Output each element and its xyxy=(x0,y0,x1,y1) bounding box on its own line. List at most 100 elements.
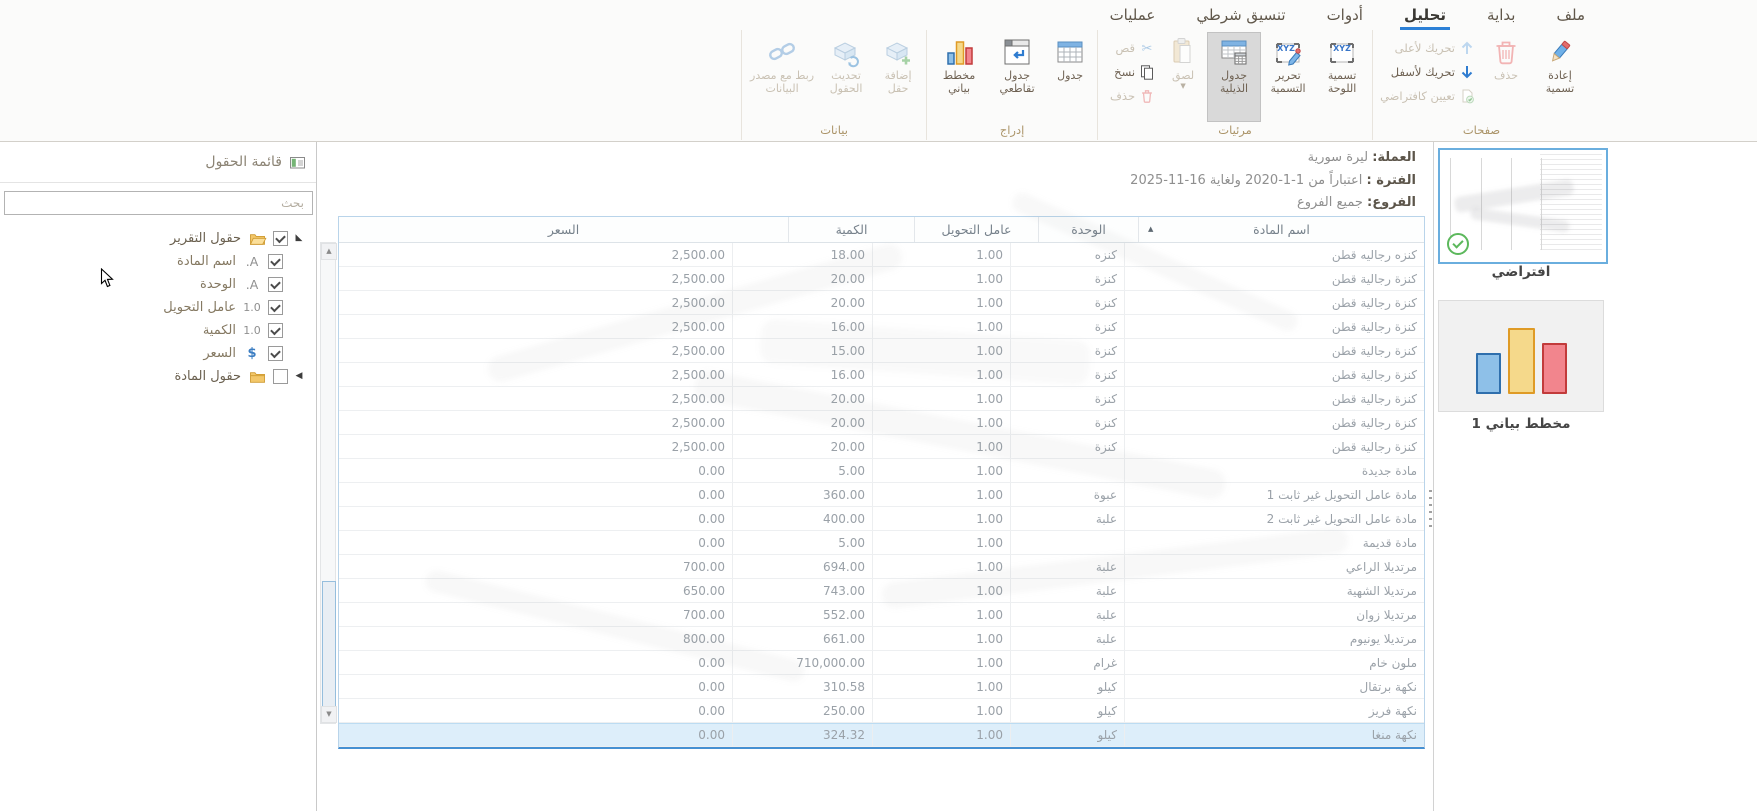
add-field-button[interactable]: إضافة حقل xyxy=(873,32,923,122)
numeric-field-icon: 1.0 xyxy=(241,301,263,314)
table-row[interactable]: كنزة رجالية قطنكنزة1.0020.002,500.00 xyxy=(339,411,1424,435)
field-tree-item[interactable]: A.اسم المادة xyxy=(0,250,317,273)
field-checkbox[interactable] xyxy=(268,300,283,315)
grid-cell: كنزة xyxy=(1010,339,1124,362)
copy-button[interactable]: نسخ xyxy=(1101,61,1159,83)
page-thumbnail-chart[interactable] xyxy=(1438,300,1604,412)
field-checkbox[interactable] xyxy=(273,231,288,246)
detail-table-button[interactable]: جدول الذيلية xyxy=(1207,32,1261,122)
grid-column-header[interactable]: الوحدة xyxy=(1038,217,1138,242)
paste-button[interactable]: لصق ▼ xyxy=(1159,32,1207,122)
table-row[interactable]: كنزة رجالية قطنكنزة1.0020.002,500.00 xyxy=(339,267,1424,291)
insert-table-button[interactable]: جدول xyxy=(1046,32,1094,122)
table-row[interactable]: مرتديلا الراعيعلبة1.00694.00700.00 xyxy=(339,555,1424,579)
thumbnail-table-sketch xyxy=(1540,154,1602,254)
ribbon-tab[interactable]: عمليات xyxy=(1106,4,1160,30)
insert-cross-table-button[interactable]: جدول تقاطعي xyxy=(988,32,1046,122)
collapsed-node-icon[interactable]: ◀ xyxy=(293,365,305,388)
rename-page-button[interactable]: إعادة تسمية xyxy=(1533,32,1587,122)
field-tree-item[interactable]: $السعر xyxy=(0,342,317,365)
scrollbar-thumb[interactable] xyxy=(322,581,336,707)
delete-visual-button[interactable]: حذف xyxy=(1101,85,1159,107)
table-row[interactable]: مادة عامل التحويل غير ثابت 2علبة1.00400.… xyxy=(339,507,1424,531)
field-checkbox[interactable] xyxy=(268,346,283,361)
scroll-down-button[interactable]: ▼ xyxy=(321,706,337,723)
table-row[interactable]: كنزة رجالية قطنكنزة1.0016.002,500.00 xyxy=(339,363,1424,387)
table-row[interactable]: مرتديلا زوانعلبة1.00552.00700.00 xyxy=(339,603,1424,627)
text-field-icon: A. xyxy=(241,254,263,269)
delete-page-button[interactable]: حذف xyxy=(1479,32,1533,122)
ribbon-tab[interactable]: أدوات xyxy=(1323,4,1367,30)
table-row[interactable]: مادة قديمة1.005.000.00 xyxy=(339,531,1424,555)
ribbon-group-pages: إعادة تسمية حذف تحريك لأعلى تحريك xyxy=(1372,30,1590,140)
grid-cell: 1.00 xyxy=(872,555,1010,578)
chart-page-label[interactable]: مخطط بياني 1 xyxy=(1438,416,1604,432)
field-label: الكمية xyxy=(203,323,236,338)
svg-text:XYZ: XYZ xyxy=(1277,44,1295,53)
table-row[interactable]: ملون خامغرام1.00710,000.000.00 xyxy=(339,651,1424,675)
expanded-node-icon[interactable]: ◣ xyxy=(293,227,305,250)
scroll-up-button[interactable]: ▲ xyxy=(321,243,337,260)
default-page-label[interactable]: افتراضي xyxy=(1438,264,1604,280)
set-default-button[interactable]: تعيين كافتراضي xyxy=(1376,85,1479,107)
field-checkbox[interactable] xyxy=(268,277,283,292)
field-tree-item[interactable]: 1.0الكمية xyxy=(0,319,317,342)
grid-cell: مرتديلا الشهية xyxy=(1124,579,1424,602)
ribbon-tab[interactable]: بداية xyxy=(1483,4,1519,30)
folder-closed-icon xyxy=(246,369,268,385)
field-checkbox[interactable] xyxy=(268,254,283,269)
link-datasource-label: ربط مع مصدر البيانات xyxy=(746,69,818,95)
table-row[interactable]: مرتديلا يونيومعلبة1.00661.00800.00 xyxy=(339,627,1424,651)
ribbon-tab[interactable]: ملف xyxy=(1552,4,1589,30)
insert-chart-button[interactable]: مخطط بياني xyxy=(930,32,988,122)
grid-vertical-scrollbar[interactable]: ▲ ▼ xyxy=(320,242,336,724)
detail-table-icon xyxy=(1218,36,1250,68)
table-row[interactable]: نكهة برتقالكيلو1.00310.580.00 xyxy=(339,675,1424,699)
cut-button[interactable]: ✂ قص xyxy=(1101,37,1159,59)
table-row[interactable]: كنزة رجالية قطنكنزة1.0015.002,500.00 xyxy=(339,339,1424,363)
insert-table-label: جدول xyxy=(1057,69,1083,82)
grid-cell: 2,500.00 xyxy=(339,291,732,314)
grid-cell: 1.00 xyxy=(872,651,1010,674)
field-label: حقول المادة xyxy=(174,369,241,384)
grid-cell: 1.00 xyxy=(872,267,1010,290)
currency-line: العملة: ليرة سورية xyxy=(903,147,1416,170)
grid-column-header[interactable]: السعر xyxy=(339,217,788,242)
move-down-label: تحريك لأسفل xyxy=(1391,65,1455,79)
chart-bar-red xyxy=(1542,343,1567,394)
chain-link-icon xyxy=(766,36,798,68)
edit-caption-button[interactable]: XYZ تحرير التسمية xyxy=(1261,32,1315,122)
refresh-fields-button[interactable]: تحديث الحقول xyxy=(819,32,873,122)
field-checkbox[interactable] xyxy=(268,323,283,338)
field-search-input[interactable] xyxy=(4,191,313,215)
table-row[interactable]: نكهة فريزكيلو1.00250.000.00 xyxy=(339,699,1424,723)
table-row[interactable]: كنزة رجالية قطنكنزة1.0020.002,500.00 xyxy=(339,291,1424,315)
grid-cell: علبة xyxy=(1010,555,1124,578)
table-row[interactable]: كنزه رجاليه قطنكنزه1.0018.002,500.00 xyxy=(339,243,1424,267)
table-row[interactable]: مرتديلا الشهيةعلبة1.00743.00650.00 xyxy=(339,579,1424,603)
panel-caption-button[interactable]: XYZ تسمية اللوحة xyxy=(1315,32,1369,122)
field-tree-item[interactable]: ◣حقول التقرير xyxy=(0,227,317,250)
grid-cell: 310.58 xyxy=(732,675,872,698)
move-up-button[interactable]: تحريك لأعلى xyxy=(1376,37,1479,59)
move-down-button[interactable]: تحريك لأسفل xyxy=(1376,61,1479,83)
grid-cell: 1.00 xyxy=(872,435,1010,458)
table-row[interactable]: كنزة رجالية قطنكنزة1.0020.002,500.00 xyxy=(339,435,1424,459)
table-row[interactable]: كنزة رجالية قطنكنزة1.0020.002,500.00 xyxy=(339,387,1424,411)
grid-column-header[interactable]: الكمية xyxy=(788,217,914,242)
page-thumbnail-default[interactable] xyxy=(1438,148,1608,264)
link-datasource-button[interactable]: ربط مع مصدر البيانات xyxy=(745,32,819,122)
grid-cell: 710,000.00 xyxy=(732,651,872,674)
grid-column-header[interactable]: اسم المادة▲ xyxy=(1138,217,1424,242)
field-tree-item[interactable]: A.الوحدة xyxy=(0,273,317,296)
table-row[interactable]: نكهة منغاكيلو1.00324.320.00 xyxy=(339,723,1424,747)
table-row[interactable]: مادة عامل التحويل غير ثابت 1عبوة1.00360.… xyxy=(339,483,1424,507)
field-tree-item[interactable]: 1.0عامل التحويل xyxy=(0,296,317,319)
field-tree-item[interactable]: ◀ حقول المادة xyxy=(0,365,317,388)
ribbon-tab[interactable]: تحليل xyxy=(1400,4,1450,30)
grid-column-header[interactable]: عامل التحويل xyxy=(914,217,1038,242)
ribbon-tab[interactable]: تنسيق شرطي xyxy=(1192,4,1289,30)
table-row[interactable]: مادة جديدة1.005.000.00 xyxy=(339,459,1424,483)
field-checkbox[interactable] xyxy=(273,369,288,384)
table-row[interactable]: كنزة رجالية قطنكنزة1.0016.002,500.00 xyxy=(339,315,1424,339)
